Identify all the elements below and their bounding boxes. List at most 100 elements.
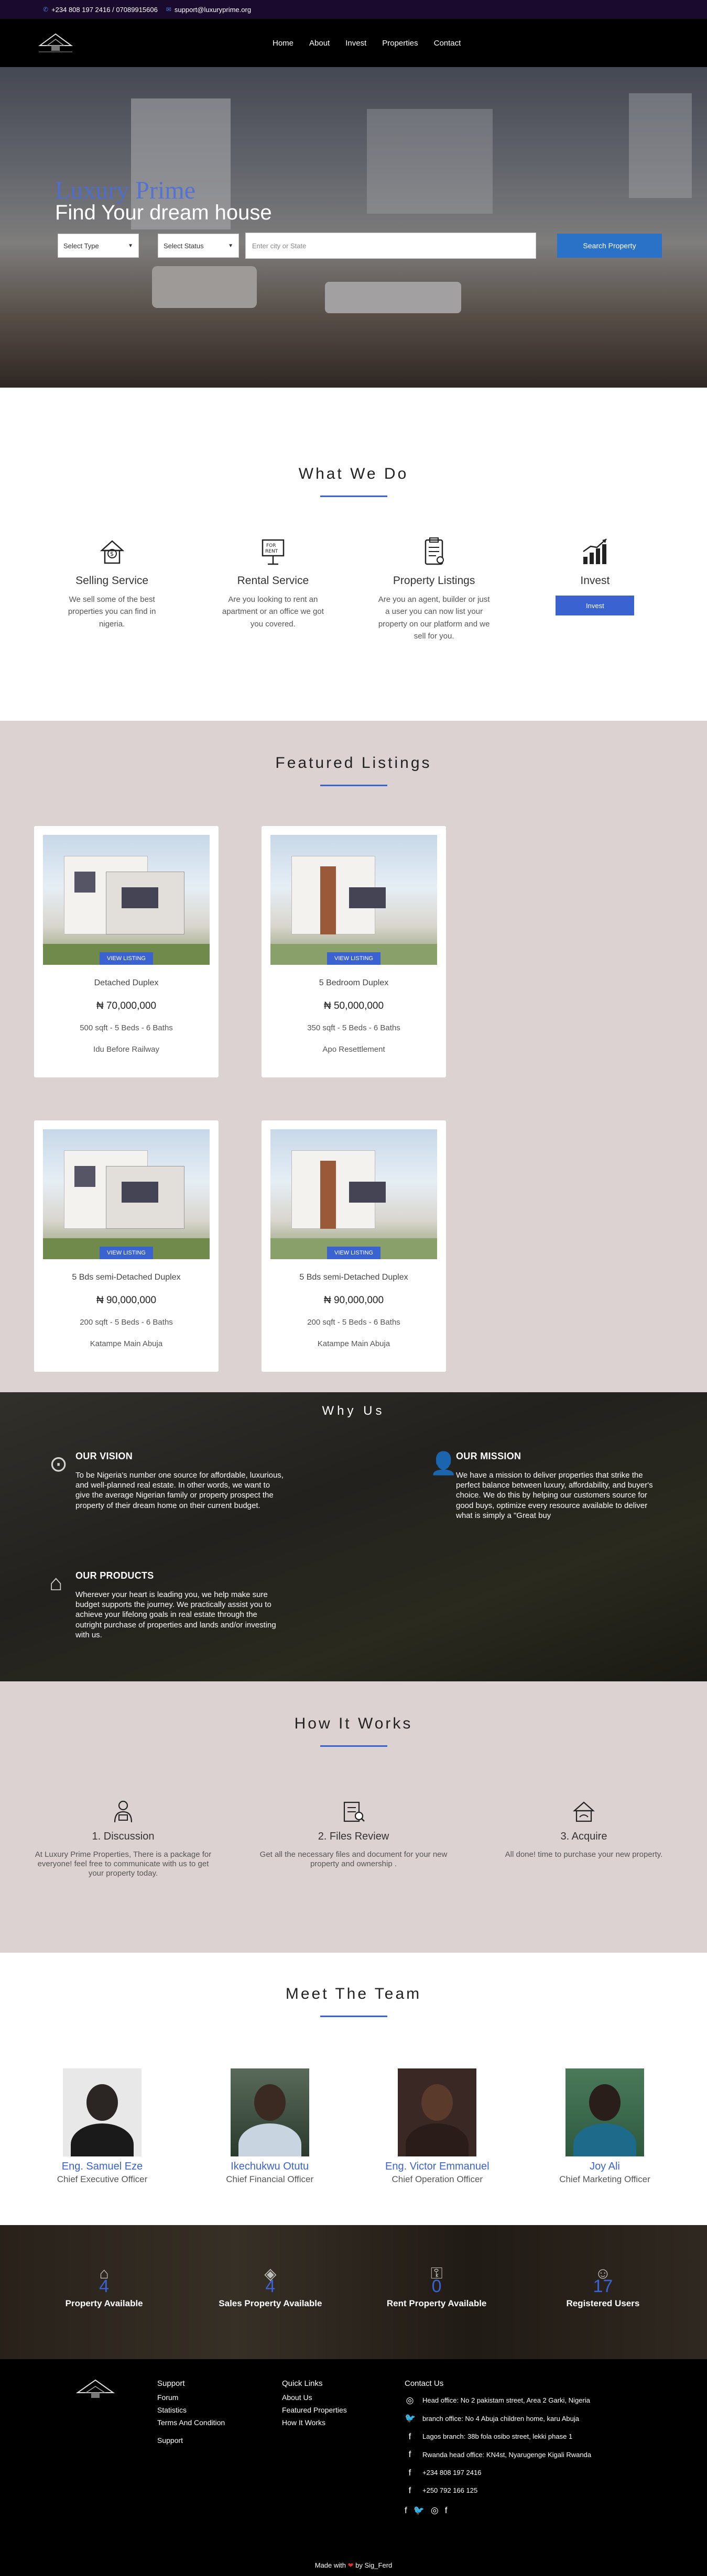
topbar-phone: +234 808 197 2416 / 07089915606 [51,5,158,14]
house-window [349,887,386,908]
invest-button[interactable]: Invest [556,596,635,615]
footer-logo[interactable] [74,2376,116,2402]
listing-price: ₦ 50,000,000 [323,1000,384,1011]
clipboard-listing-icon [417,535,451,568]
contact-row: f Lagos branch: 38b fola osibo street, l… [405,2431,635,2442]
discussion-icon [29,1799,217,1826]
service-text: Are you an agent, builder or just a user… [378,595,490,641]
house-shape [320,866,336,934]
nav-menu: Home About Invest Properties Contact [273,19,461,67]
footer-link-how-it-works[interactable]: How It Works [282,2416,347,2429]
users-icon: ☺ [595,2265,611,2282]
team-member: Joy Ali Chief Marketing Officer [526,2068,683,2185]
listing-image[interactable]: VIEW LISTING [270,835,437,965]
view-listing-button[interactable]: VIEW LISTING [100,952,153,965]
footer-link-terms[interactable]: Terms And Condition [157,2416,225,2429]
hero-banner: Luxury Prime Find Your dream house Selec… [0,67,707,388]
twitter-icon[interactable]: 🐦 [414,2505,425,2516]
svg-text:$: $ [110,551,114,557]
facebook-icon[interactable]: f [445,2505,448,2516]
listing-card[interactable]: VIEW LISTING 5 Bds semi-Detached Duplex … [34,1120,219,1372]
heart-icon: ❤ [347,2561,354,2569]
member-role: Chief Operation Officer [391,2174,483,2184]
city-search-input[interactable]: Enter city or State [245,233,536,259]
house-window [122,887,158,908]
footer-link-about[interactable]: About Us [282,2391,347,2404]
footer-link-support[interactable]: Support [157,2434,225,2447]
made-with-credit: Made with ❤ by Sig_Ferd [0,2561,707,2570]
search-property-button[interactable]: Search Property [557,234,662,258]
listing-dims: 200 sqft - 5 Beds - 6 Baths [307,1318,400,1327]
title-underline [320,1745,387,1747]
house-icon: ⌂ [99,2265,109,2282]
mission-block: 👤 OUR MISSION We have a mission to deliv… [430,1451,666,1521]
contact-text: Rwanda head office: KN4st, Nyarugenge Ki… [422,2450,592,2459]
listing-image[interactable]: VIEW LISTING [43,835,210,965]
title-underline [320,496,387,497]
step-title: 2. Files Review [318,1831,389,1842]
vision-text: To be Nigeria's number one source for af… [75,1471,284,1510]
footer-link-featured[interactable]: Featured Properties [282,2404,347,2416]
footer-link-forum[interactable]: Forum [157,2391,225,2404]
stat-label: Registered Users [566,2298,640,2308]
status-select[interactable]: Select Status ▼ [158,234,239,258]
avatar-body [238,2123,301,2156]
main-navbar: Home About Invest Properties Contact [0,19,707,67]
listing-image[interactable]: VIEW LISTING [43,1129,210,1259]
service-item: Property Listings Are you an agent, buil… [371,535,497,642]
instagram-icon[interactable]: ◎ [405,2395,415,2406]
avatar-head [421,2084,453,2121]
avatar [398,2068,477,2156]
nav-about[interactable]: About [309,39,330,48]
instagram-icon[interactable]: ◎ [431,2505,439,2516]
house-shape [320,1161,336,1229]
listing-card[interactable]: VIEW LISTING Detached Duplex ₦ 70,000,00… [34,826,219,1077]
nav-properties[interactable]: Properties [382,39,418,48]
nav-home[interactable]: Home [273,39,293,48]
listing-title: 5 Bedroom Duplex [319,978,389,987]
products-block: ⌂ OUR PRODUCTS Wherever your heart is le… [49,1570,285,1640]
contact-text: +250 792 166 125 [422,2486,478,2495]
step-text: All done! time to purchase your new prop… [505,1850,663,1859]
listing-price: ₦ 90,000,000 [323,1295,384,1306]
stat-label: Property Available [65,2298,143,2308]
type-select-label: Select Type [63,241,99,250]
nav-contact[interactable]: Contact [434,39,461,48]
status-select-label: Select Status [164,241,204,250]
member-name: Ikechukwu Otutu [231,2161,309,2172]
section-title: Meet The Team [285,1985,422,2002]
facebook-icon[interactable]: f [405,2485,415,2496]
topbar-email-link[interactable]: support@luxuryprime.org [175,6,251,14]
avatar-body [71,2123,134,2156]
listing-location: Katampe Main Abuja [317,1339,390,1348]
listing-title: 5 Bds semi-Detached Duplex [72,1273,181,1282]
contact-row: f Rwanda head office: KN4st, Nyarugenge … [405,2449,635,2460]
contact-row: 🐦 branch office: No 4 Abuja children hom… [405,2413,635,2424]
listing-card[interactable]: VIEW LISTING 5 Bds semi-Detached Duplex … [262,1120,446,1372]
listing-price: ₦ 70,000,000 [96,1000,157,1011]
view-listing-button[interactable]: VIEW LISTING [100,1247,153,1259]
service-title: Invest [580,575,610,587]
footer-link-statistics[interactable]: Statistics [157,2404,225,2416]
service-item: FOR RENT Rental Service Are you looking t… [210,535,336,642]
view-listing-button[interactable]: VIEW LISTING [327,1247,380,1259]
twitter-icon[interactable]: 🐦 [405,2413,416,2424]
site-logo[interactable] [37,30,74,56]
team-member: Ikechukwu Otutu Chief Financial Officer [191,2068,349,2185]
nav-invest[interactable]: Invest [345,39,366,48]
type-select[interactable]: Select Type ▼ [58,234,139,258]
listing-image[interactable]: VIEW LISTING [270,1129,437,1259]
facebook-icon[interactable]: f [405,2505,407,2516]
listing-cards: VIEW LISTING Detached Duplex ₦ 70,000,00… [0,826,707,1372]
house-window [74,1166,95,1187]
avatar [230,2068,309,2156]
services-list: $ Selling Service We sell some of the be… [0,535,707,642]
member-name: Eng. Samuel Eze [61,2161,143,2172]
facebook-icon[interactable]: f [405,2468,415,2478]
made-by-text: by Sig_Ferd [355,2561,393,2569]
facebook-icon[interactable]: f [405,2431,415,2442]
facebook-icon[interactable]: f [405,2449,415,2460]
listing-card[interactable]: VIEW LISTING 5 Bedroom Duplex ₦ 50,000,0… [262,826,446,1077]
view-listing-button[interactable]: VIEW LISTING [327,952,380,965]
mission-text: We have a mission to deliver properties … [456,1471,653,1520]
